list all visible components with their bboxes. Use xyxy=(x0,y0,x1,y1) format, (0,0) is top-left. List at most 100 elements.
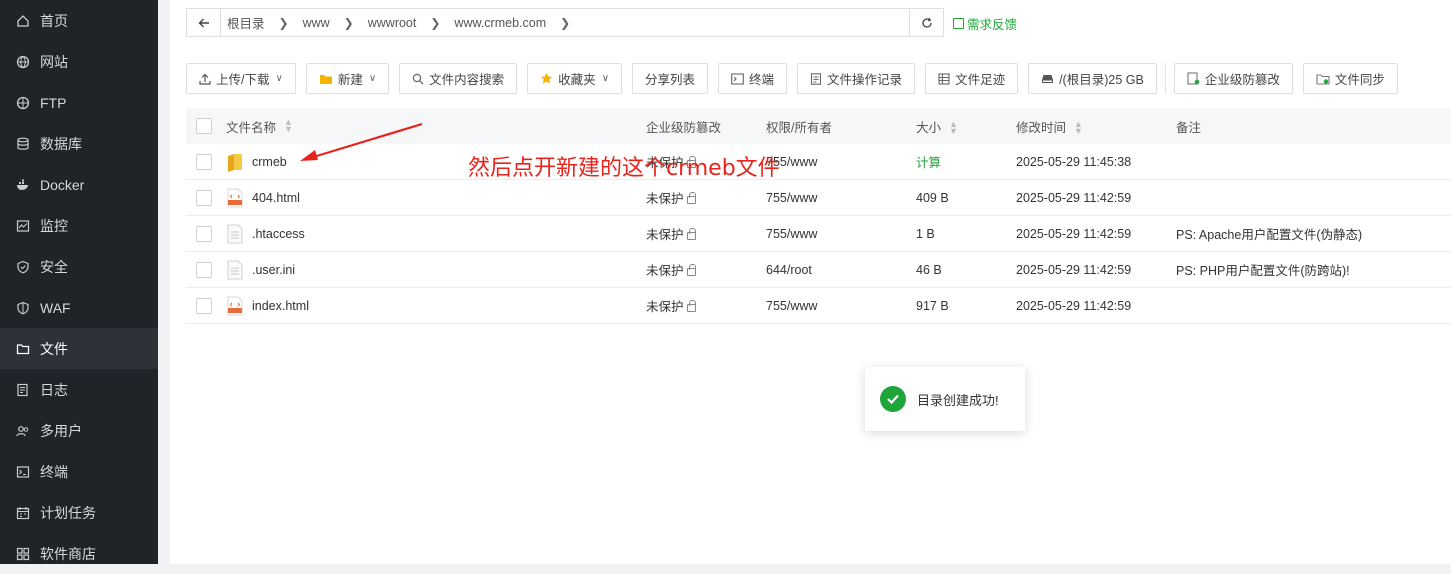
docker-icon xyxy=(16,178,30,192)
column-name[interactable]: 文件名称 ▲ ▼ xyxy=(226,117,646,136)
file-footprint-button[interactable]: 文件足迹 xyxy=(925,63,1019,94)
file-sync-button[interactable]: 文件同步 xyxy=(1302,63,1398,94)
sidebar-item-website[interactable]: 网站 xyxy=(0,41,158,82)
folder-icon xyxy=(16,342,30,356)
sidebar-item-schedule[interactable]: 计划任务 xyxy=(0,492,158,533)
sidebar-item-files[interactable]: 文件 xyxy=(0,328,158,369)
file-name[interactable]: .user.ini xyxy=(252,263,295,277)
path-bar[interactable]: 根目录 ❯ www ❯ wwwroot ❯ www.crmeb.com ❯ xyxy=(186,8,944,37)
toast-message: 目录创建成功! xyxy=(917,392,999,408)
text-file-icon xyxy=(226,224,244,244)
new-folder-icon xyxy=(319,73,333,85)
sidebar-item-ftp[interactable]: FTP xyxy=(0,82,158,123)
file-time: 2025-05-29 11:45:38 xyxy=(1016,154,1132,169)
file-time: 2025-05-29 11:42:59 xyxy=(1016,190,1132,205)
row-checkbox[interactable] xyxy=(196,189,212,206)
table-row[interactable]: 404.html 未保护 755/www 409 B 2025-05-29 11… xyxy=(186,180,1451,216)
chevron-down-icon: ∨ xyxy=(368,73,377,84)
breadcrumb-item[interactable]: wwwroot xyxy=(368,16,417,30)
row-checkbox[interactable] xyxy=(196,153,212,170)
file-perm[interactable]: 755/www xyxy=(766,227,817,241)
file-op-log-button[interactable]: 文件操作记录 xyxy=(797,63,916,94)
disk-label: /(根目录)25 GB xyxy=(1059,73,1144,87)
lock-icon[interactable] xyxy=(686,299,696,312)
lock-icon[interactable] xyxy=(686,191,696,204)
terminal-label: 终端 xyxy=(749,73,775,87)
lock-icon[interactable] xyxy=(686,227,696,240)
success-toast: 目录创建成功! xyxy=(865,367,1025,431)
column-note-label: 备注 xyxy=(1176,120,1202,135)
chevron-right-icon: ❯ xyxy=(343,15,354,30)
new-label: 新建 xyxy=(337,73,363,87)
sidebar-item-monitor[interactable]: 监控 xyxy=(0,205,158,246)
lock-icon[interactable] xyxy=(686,263,696,276)
refresh-button[interactable] xyxy=(909,9,943,36)
disk-button[interactable]: /(根目录)25 GB xyxy=(1028,63,1157,94)
column-time-label: 修改时间 xyxy=(1016,120,1067,135)
content-search-button[interactable]: 文件内容搜索 xyxy=(399,63,518,94)
sidebar-item-label: 安全 xyxy=(40,258,68,275)
file-perm[interactable]: 755/www xyxy=(766,299,817,313)
column-time[interactable]: 修改时间 ▲ ▼ xyxy=(1016,117,1176,136)
file-perm[interactable]: 755/www xyxy=(766,191,817,205)
waf-shield-icon xyxy=(16,301,30,315)
favorites-label: 收藏夹 xyxy=(558,73,596,87)
sidebar-item-home[interactable]: 首页 xyxy=(0,0,158,41)
upload-download-button[interactable]: 上传/下载 ∨ xyxy=(186,63,296,94)
file-time: 2025-05-29 11:42:59 xyxy=(1016,262,1132,277)
chevron-right-icon: ❯ xyxy=(430,15,441,30)
table-row[interactable]: .user.ini 未保护 644/root 46 B 2025-05-29 1… xyxy=(186,252,1451,288)
sort-icon: ▲ ▼ xyxy=(284,117,293,134)
sidebar-item-label: FTP xyxy=(40,94,67,111)
column-size[interactable]: 大小 ▲ ▼ xyxy=(916,117,1016,136)
sidebar-item-label: 日志 xyxy=(40,381,68,398)
breadcrumb-item[interactable]: 根目录 xyxy=(227,13,265,32)
sidebar-item-database[interactable]: 数据库 xyxy=(0,123,158,164)
sidebar-item-waf[interactable]: WAF xyxy=(0,287,158,328)
terminal-icon xyxy=(731,72,744,85)
row-checkbox[interactable] xyxy=(196,297,212,314)
sidebar: 首页 网站 FTP 数据库 Docker 监控 安全 WAF 文件 日志 多用户 xyxy=(0,0,158,564)
text-file-icon xyxy=(226,260,244,280)
share-list-button[interactable]: 分享列表 xyxy=(632,63,709,94)
row-checkbox[interactable] xyxy=(196,225,212,242)
file-name[interactable]: crmeb xyxy=(252,155,287,169)
html-file-icon xyxy=(226,296,244,316)
select-all-checkbox[interactable] xyxy=(196,118,212,134)
file-time: 2025-05-29 11:42:59 xyxy=(1016,298,1132,313)
database-icon xyxy=(16,137,30,151)
row-checkbox[interactable] xyxy=(196,261,212,278)
sidebar-item-multiuser[interactable]: 多用户 xyxy=(0,410,158,451)
favorites-button[interactable]: 收藏夹 ∨ xyxy=(527,63,623,94)
calculate-size-link[interactable]: 计算 xyxy=(916,156,941,170)
file-name[interactable]: 404.html xyxy=(252,191,300,205)
feedback-link[interactable]: 需求反馈 xyxy=(953,14,1017,33)
sidebar-item-store[interactable]: 软件商店 xyxy=(0,533,158,574)
sidebar-item-terminal[interactable]: 终端 xyxy=(0,451,158,492)
file-name[interactable]: index.html xyxy=(252,299,309,313)
column-protect: 企业级防篡改 xyxy=(646,117,766,136)
terminal-button[interactable]: 终端 xyxy=(718,63,788,94)
table-row[interactable]: index.html 未保护 755/www 917 B 2025-05-29 … xyxy=(186,288,1451,324)
file-manager: 根目录 ❯ www ❯ wwwroot ❯ www.crmeb.com ❯ 需求… xyxy=(170,0,1451,564)
back-button[interactable] xyxy=(187,9,221,36)
sync-icon xyxy=(1316,73,1330,85)
table-row[interactable]: .htaccess 未保护 755/www 1 B 2025-05-29 11:… xyxy=(186,216,1451,252)
chevron-right-icon: ❯ xyxy=(560,15,571,30)
sidebar-item-security[interactable]: 安全 xyxy=(0,246,158,287)
file-perm[interactable]: 644/root xyxy=(766,263,812,277)
file-sync-label: 文件同步 xyxy=(1334,73,1385,87)
breadcrumb-item[interactable]: www.crmeb.com xyxy=(454,16,546,30)
tamper-protect-label: 企业级防篡改 xyxy=(1204,73,1280,87)
file-op-log-label: 文件操作记录 xyxy=(827,73,903,87)
file-name[interactable]: .htaccess xyxy=(252,227,305,241)
monitor-icon xyxy=(16,219,30,233)
breadcrumb-item[interactable]: www xyxy=(303,16,330,30)
new-button[interactable]: 新建 ∨ xyxy=(305,63,390,94)
annotation-arrow-icon xyxy=(300,122,423,161)
upload-download-label: 上传/下载 xyxy=(216,73,270,87)
sidebar-item-logs[interactable]: 日志 xyxy=(0,369,158,410)
tamper-protect-button[interactable]: 企业级防篡改 xyxy=(1173,63,1293,94)
sidebar-item-docker[interactable]: Docker xyxy=(0,164,158,205)
search-icon xyxy=(412,73,424,85)
